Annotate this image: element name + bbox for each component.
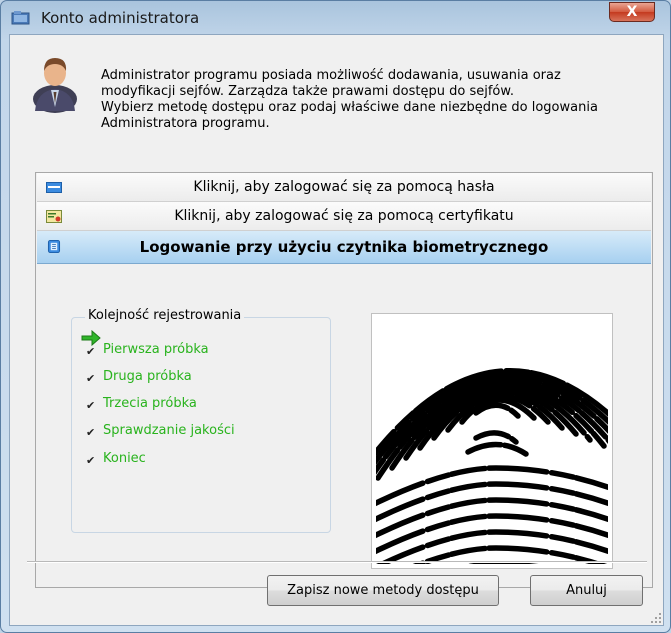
- step-label: Sprawdzanie jakości: [103, 423, 235, 438]
- intro-line: Administratora programu.: [101, 116, 270, 131]
- close-button[interactable]: X: [609, 2, 655, 22]
- step-label: Koniec: [103, 451, 146, 466]
- intro-line: modyfikacji sejfów. Zarządza także prawa…: [101, 84, 514, 99]
- safe-app-icon: [11, 11, 30, 25]
- check-icon: ✔: [86, 454, 96, 467]
- intro-line: Administrator programu posiada możliwość…: [101, 68, 561, 83]
- intro-line: Wybierz metodę dostępu oraz podaj właści…: [101, 100, 598, 115]
- dialog-body: Administrator programu posiada możliwość…: [9, 34, 664, 626]
- cancel-button[interactable]: Anuluj: [530, 575, 643, 606]
- method-label: Kliknij, aby zalogować się za pomocą cer…: [174, 208, 514, 224]
- registration-step: ✔ Trzecia próbka: [86, 395, 306, 415]
- registration-step: ✔ Druga próbka: [86, 368, 306, 388]
- registration-order-title: Kolejność rejestrowania: [85, 308, 245, 323]
- method-label: Logowanie przy użyciu czytnika biometryc…: [139, 238, 549, 256]
- footer-separator: [27, 561, 647, 563]
- check-icon: ✔: [86, 345, 96, 358]
- registration-step: ✔ Pierwsza próbka: [86, 341, 306, 361]
- fingerprint-preview: [371, 313, 613, 569]
- registration-step: ✔ Koniec: [86, 450, 306, 470]
- window-title: Konto administratora: [41, 9, 200, 27]
- method-biometric-option[interactable]: Logowanie przy użyciu czytnika biometryc…: [37, 231, 651, 264]
- check-icon: ✔: [86, 372, 96, 385]
- save-access-methods-button[interactable]: Zapisz nowe metody dostępu: [267, 575, 499, 606]
- check-icon: ✔: [86, 426, 96, 439]
- step-label: Pierwsza próbka: [103, 342, 209, 357]
- fingerprint-image: [376, 318, 608, 564]
- method-password-option[interactable]: Kliknij, aby zalogować się za pomocą has…: [37, 173, 651, 202]
- step-label: Druga próbka: [103, 369, 192, 384]
- title-bar[interactable]: Konto administratora X: [1, 1, 670, 35]
- administrator-user-icon: [33, 58, 77, 113]
- method-certificate-option[interactable]: Kliknij, aby zalogować się za pomocą cer…: [37, 202, 651, 231]
- access-methods-panel: Kliknij, aby zalogować się za pomocą has…: [35, 172, 653, 588]
- check-icon: ✔: [86, 399, 96, 412]
- registration-step: ✔ Sprawdzanie jakości: [86, 422, 306, 442]
- step-label: Trzecia próbka: [103, 396, 197, 411]
- resize-grip-icon[interactable]: [650, 612, 662, 624]
- dialog-window: Konto administratora X Administrator pro…: [0, 0, 671, 633]
- method-label: Kliknij, aby zalogować się za pomocą has…: [193, 179, 495, 195]
